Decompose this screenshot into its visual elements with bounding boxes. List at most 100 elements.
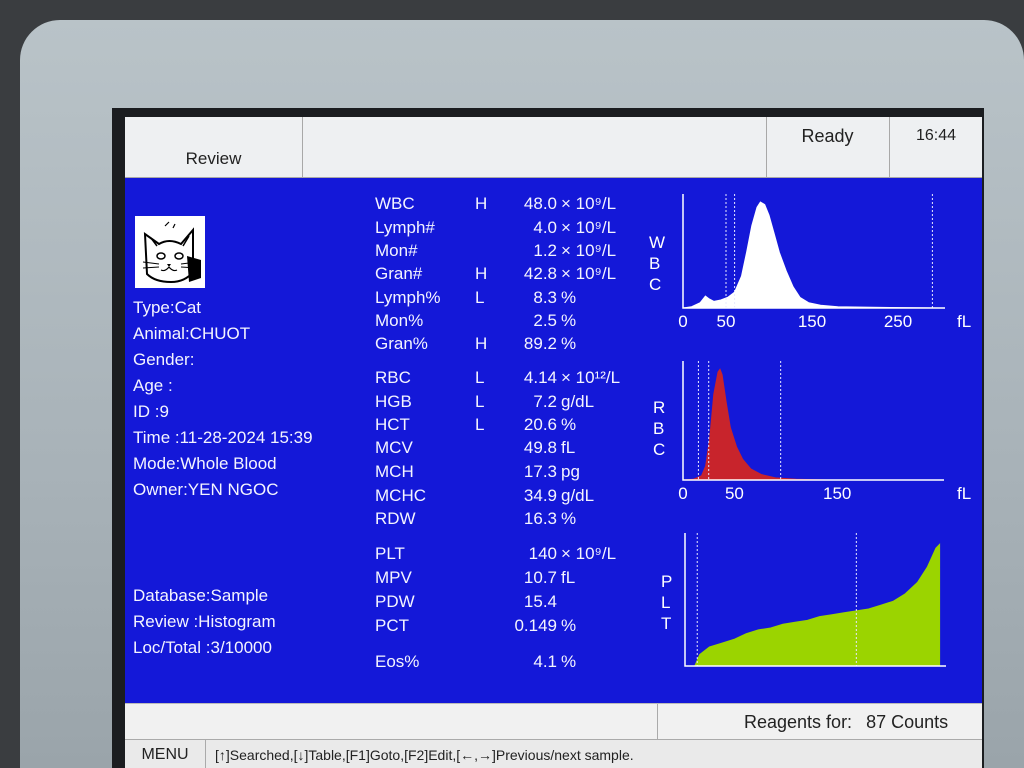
sample-type: Type:Cat [133,298,202,317]
tab-review[interactable]: Review [125,117,303,177]
param-value: 17.3 [523,462,557,481]
param-name: PLT [375,544,405,563]
param-flag: L [475,415,485,434]
param-value: 4.0 [533,218,557,237]
sample-mode: Mode:Whole Blood [133,454,277,473]
param-name: HGB [375,392,412,411]
param-name: Lymph# [375,218,435,237]
histogram-unit: fL [957,312,971,331]
histogram-label-letter: C [649,275,661,294]
histogram-tick: 0 [678,312,687,331]
sample-id: ID :9 [133,402,169,421]
param-unit: fL [561,568,576,587]
histogram-tick: 0 [678,484,687,503]
histogram-label-letter: R [653,398,665,417]
param-flag: L [475,288,485,307]
param-name: RDW [375,509,416,528]
param-unit: % [561,616,577,635]
param-name: RBC [375,368,411,387]
param-value: 2.5 [533,311,557,330]
database-label: Database:Sample [133,586,269,605]
menu-bar: MENU [↑]Searched,[↓]Table,[F1]Goto,[F2]E… [125,739,982,768]
sample-age: Age : [133,376,173,395]
histogram-unit: fL [962,670,975,673]
histogram-curve [682,201,942,309]
param-name: MPV [375,568,412,587]
histogram-tick: 50 [717,312,736,331]
param-unit: % [561,288,577,307]
histogram-label-letter: C [653,440,665,459]
param-unit: % [561,311,577,330]
param-name: MCH [375,462,414,481]
histogram-unit: fL [957,484,971,503]
param-name: Eos% [375,652,420,671]
param-unit: g/dL [561,392,595,411]
param-unit: pg [561,462,580,481]
param-flag: L [475,368,485,387]
param-unit: % [561,415,577,434]
param-unit: × 10¹²/L [561,368,621,387]
histogram-label-letter: P [661,572,672,591]
param-value: 0.149 [514,616,557,635]
param-value: 7.2 [533,392,557,411]
results-panel: Type:Cat Animal:CHUOT Gender: Age : ID :… [125,178,982,703]
analyzer-screen: Review Ready 16:44 Type:Cat Animal:CHUOT… [125,117,982,768]
param-value: 49.8 [523,438,557,457]
param-unit: × 10⁹/L [561,241,617,260]
review-mode: Review :Histogram [133,612,276,631]
param-name: PDW [375,592,415,611]
loc-total: Loc/Total :3/10000 [133,638,272,657]
menu-button[interactable]: MENU [125,740,206,768]
sample-time: Time :11-28-2024 15:39 [133,428,313,447]
param-value: 4.14 [523,368,557,387]
wbc-histogram: WBC0 50 150 250 fL [649,194,971,331]
param-name: MCV [375,438,413,457]
param-unit: % [561,652,577,671]
param-value: 4.1 [533,652,557,671]
param-unit: × 10⁹/L [561,544,617,563]
param-value: 42.8 [523,264,557,283]
histogram-tick: 5 [741,670,750,673]
histogram-tick: 50 [725,484,744,503]
histogram-label-letter: B [649,254,660,273]
sample-gender: Gender: [133,350,195,369]
reagent-bar: Reagents for: 87 Counts [125,703,982,740]
histogram-axis [682,194,945,309]
histogram-tick: 250 [884,312,912,331]
status-indicator: Ready [766,117,890,177]
histogram-tick: 15 [859,670,878,673]
param-value: 15.4 [523,592,557,611]
reagent-count: 87 Counts [866,711,949,732]
param-unit: × 10⁹/L [561,264,617,283]
param-flag: L [475,392,485,411]
param-name: Mon# [375,241,418,260]
histogram-curve [694,543,941,667]
histogram-label-letter: L [661,593,670,612]
histogram-tick: 20 [920,670,939,673]
histogram-tick: 10 [798,670,817,673]
param-unit: g/dL [561,486,595,505]
sample-owner: Owner:YEN NGOC [133,480,279,499]
param-name: PCT [375,616,409,635]
reagent-status: Reagents for: 87 Counts [657,704,982,740]
shortcut-hint: [↑]Searched,[↓]Table,[F1]Goto,[F2]Edit,[… [215,746,634,763]
param-value: 16.3 [523,509,557,528]
param-name: Gran% [375,334,428,353]
param-value: 140 [528,544,557,563]
param-flag: H [475,264,488,283]
param-value: 10.7 [523,568,557,587]
histogram-tick: 150 [798,312,826,331]
sample-animal: Animal:CHUOT [133,324,251,343]
histogram-label-letter: B [653,419,664,438]
param-name: HCT [375,415,410,434]
rbc-histogram: RBC 0 50 150 fL [653,361,971,503]
histogram-tick: 150 [823,484,851,503]
histogram-label-letter: W [649,233,665,252]
param-name: MCHC [375,486,426,505]
param-value: 34.9 [523,486,557,505]
param-value: 1.2 [533,241,557,260]
top-bar: Review Ready 16:44 [125,117,982,178]
plt-histogram: PLT 0 5 10 15 20 fL [661,533,975,673]
param-value: 48.0 [523,194,557,213]
histogram-curve [682,368,940,481]
